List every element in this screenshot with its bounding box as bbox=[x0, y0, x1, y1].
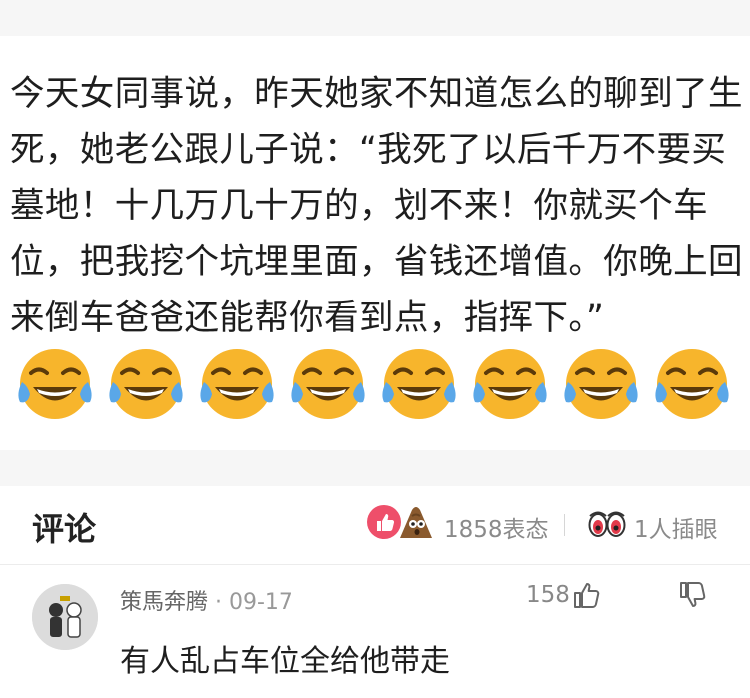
eyes-icon bbox=[588, 511, 626, 537]
surprised-reaction-icon bbox=[400, 507, 432, 538]
comment-item: 策馬奔腾 · 09-17 158 有人乱占车位全给他带走 bbox=[0, 566, 750, 698]
user-avatar[interactable] bbox=[32, 584, 98, 650]
thumb-up-icon[interactable] bbox=[572, 580, 602, 610]
laugh-cry-icon bbox=[655, 349, 729, 419]
reactions-count: 1858表态 bbox=[444, 517, 549, 543]
comment-text: 有人乱占车位全给他带走 bbox=[120, 644, 450, 679]
laugh-cry-icon bbox=[109, 349, 183, 419]
comments-header: 评论 1858表态 1人插眼 bbox=[0, 486, 750, 565]
comments-title: 评论 bbox=[32, 510, 97, 548]
avatar-icon bbox=[32, 584, 98, 650]
comment-username-line[interactable]: 策馬奔腾 · 09-17 bbox=[120, 584, 293, 616]
laugh-cry-icon bbox=[291, 349, 365, 419]
comments-section: 评论 1858表态 1人插眼 策馬奔腾 · 09-17 158 有人乱占车位全给… bbox=[0, 486, 750, 698]
post-image: 今天女同事说，昨天她家不知道怎么的聊到了生死，她老公跟儿子说：“我死了以后千万不… bbox=[0, 36, 750, 450]
comment-username[interactable]: 策馬奔腾 bbox=[120, 590, 208, 615]
post-text: 今天女同事说，昨天她家不知道怎么的聊到了生死，她老公跟儿子说：“我死了以后千万不… bbox=[10, 74, 743, 338]
thumb-down-icon[interactable] bbox=[678, 580, 708, 610]
header-divider bbox=[564, 514, 565, 536]
laugh-cry-icon bbox=[564, 349, 638, 419]
comment-like-count: 158 bbox=[526, 582, 570, 608]
laugh-cry-icon bbox=[473, 349, 547, 419]
laugh-cry-icon bbox=[200, 349, 274, 419]
comment-time: · 09-17 bbox=[215, 590, 293, 615]
laugh-cry-icon bbox=[382, 349, 456, 419]
emoji-row bbox=[14, 344, 744, 434]
eyes-count: 1人插眼 bbox=[634, 517, 718, 543]
laugh-cry-icon bbox=[18, 349, 92, 419]
